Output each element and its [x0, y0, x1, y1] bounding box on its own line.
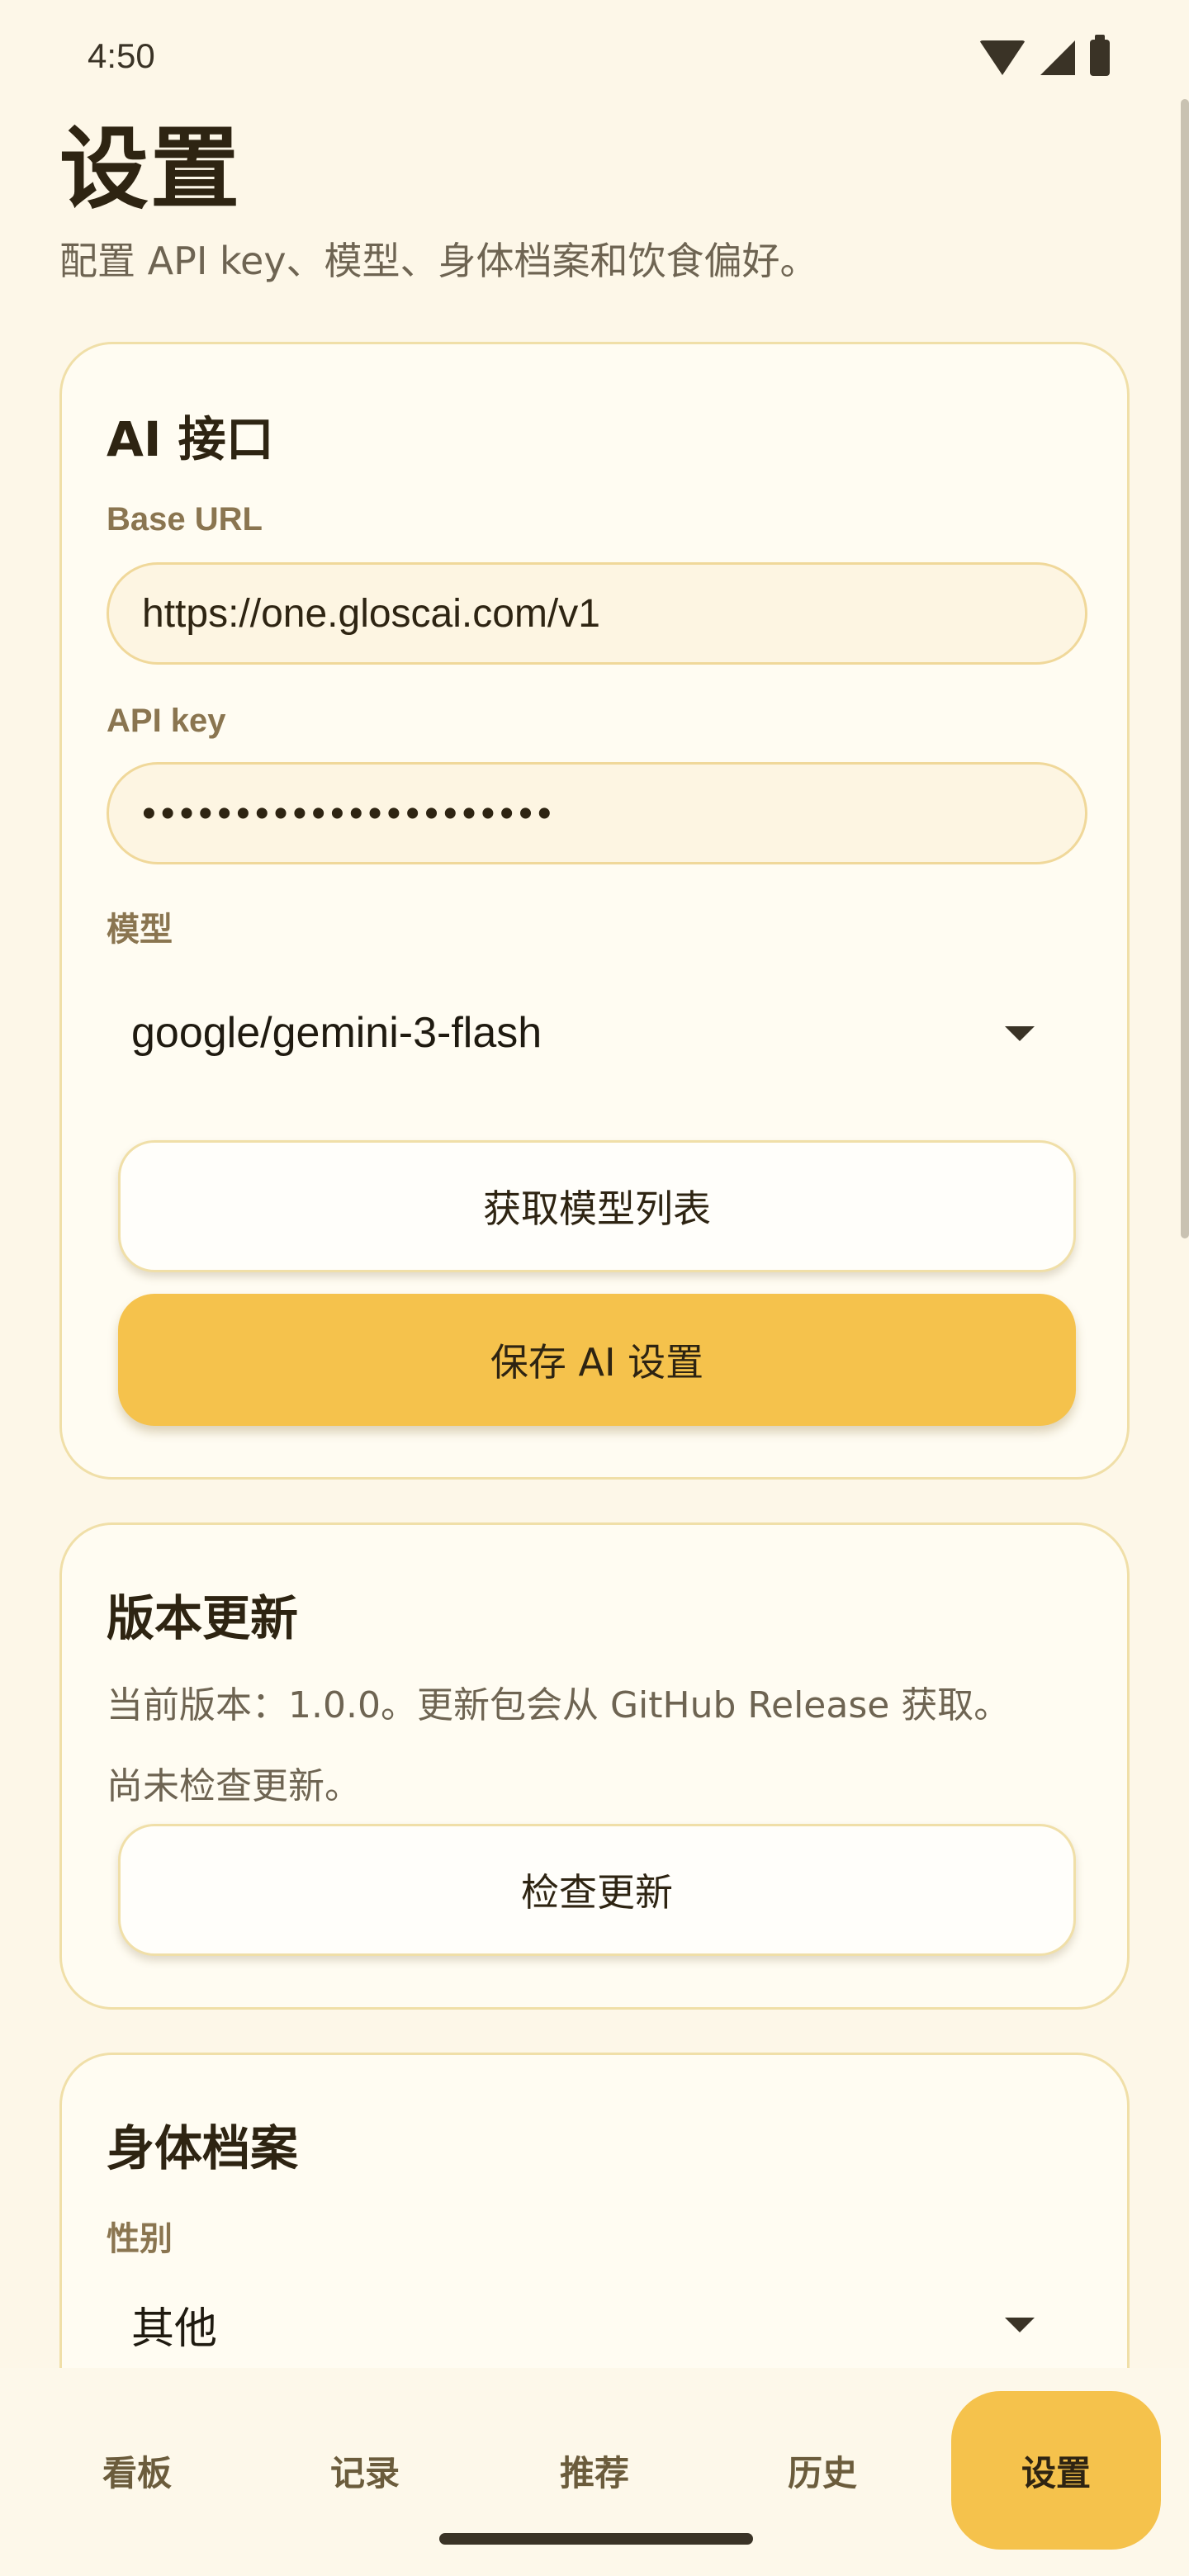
api-key-label: API key	[107, 703, 226, 739]
page-subtitle: 配置 API key、模型、身体档案和饮食偏好。	[59, 239, 818, 283]
status-icons	[979, 35, 1110, 76]
status-bar: 4:50	[0, 0, 1189, 107]
battery-icon	[1090, 35, 1110, 76]
ai-card-title: AI 接口	[107, 411, 274, 467]
model-label: 模型	[107, 911, 173, 949]
base-url-label: Base URL	[107, 501, 263, 537]
status-time: 4:50	[88, 36, 155, 75]
chevron-down-icon	[1005, 1026, 1035, 1041]
version-update-card: 版本更新 当前版本：1.0.0。更新包会从 GitHub Release 获取。…	[59, 1522, 1130, 2010]
nav-item-history[interactable]: 历史	[732, 2391, 913, 2550]
nav-item-records[interactable]: 记录	[274, 2391, 456, 2550]
version-card-title: 版本更新	[107, 1590, 299, 1646]
nav-item-settings[interactable]: 设置	[951, 2391, 1161, 2550]
check-update-button[interactable]: 检查更新	[118, 1824, 1076, 1956]
home-indicator[interactable]	[439, 2533, 753, 2545]
model-dropdown[interactable]: google/gemini-3-flash	[107, 983, 1087, 1082]
api-key-input[interactable]: ••••••••••••••••••••••	[107, 762, 1087, 864]
chevron-down-icon	[1005, 2318, 1035, 2332]
base-url-input[interactable]: https://one.gloscai.com/v1	[107, 562, 1087, 665]
bottom-navigation: 看板 记录 推荐 历史 设置	[0, 2368, 1189, 2576]
save-ai-settings-button[interactable]: 保存 AI 设置	[118, 1294, 1076, 1426]
nav-item-dashboard[interactable]: 看板	[46, 2391, 228, 2550]
update-status-text: 尚未检查更新。	[107, 1765, 361, 1807]
profile-card-title: 身体档案	[107, 2120, 299, 2176]
signal-icon	[1040, 40, 1075, 75]
page-title: 设置	[59, 118, 242, 221]
version-info-text: 当前版本：1.0.0。更新包会从 GitHub Release 获取。	[107, 1684, 1011, 1726]
ai-settings-card: AI 接口 Base URL https://one.gloscai.com/v…	[59, 342, 1130, 1480]
nav-item-recommend[interactable]: 推荐	[504, 2391, 685, 2550]
gender-label: 性别	[107, 2220, 173, 2258]
gender-dropdown[interactable]: 其他	[107, 2275, 1087, 2374]
gender-dropdown-value: 其他	[131, 2304, 218, 2353]
scrollbar[interactable]	[1181, 99, 1189, 1238]
wifi-icon	[979, 40, 1026, 75]
model-dropdown-value: google/gemini-3-flash	[131, 1009, 542, 1057]
settings-screen: 4:50 设置 配置 API key、模型、身体档案和饮食偏好。 AI 接口 B…	[0, 0, 1189, 2576]
fetch-models-button[interactable]: 获取模型列表	[118, 1140, 1076, 1272]
